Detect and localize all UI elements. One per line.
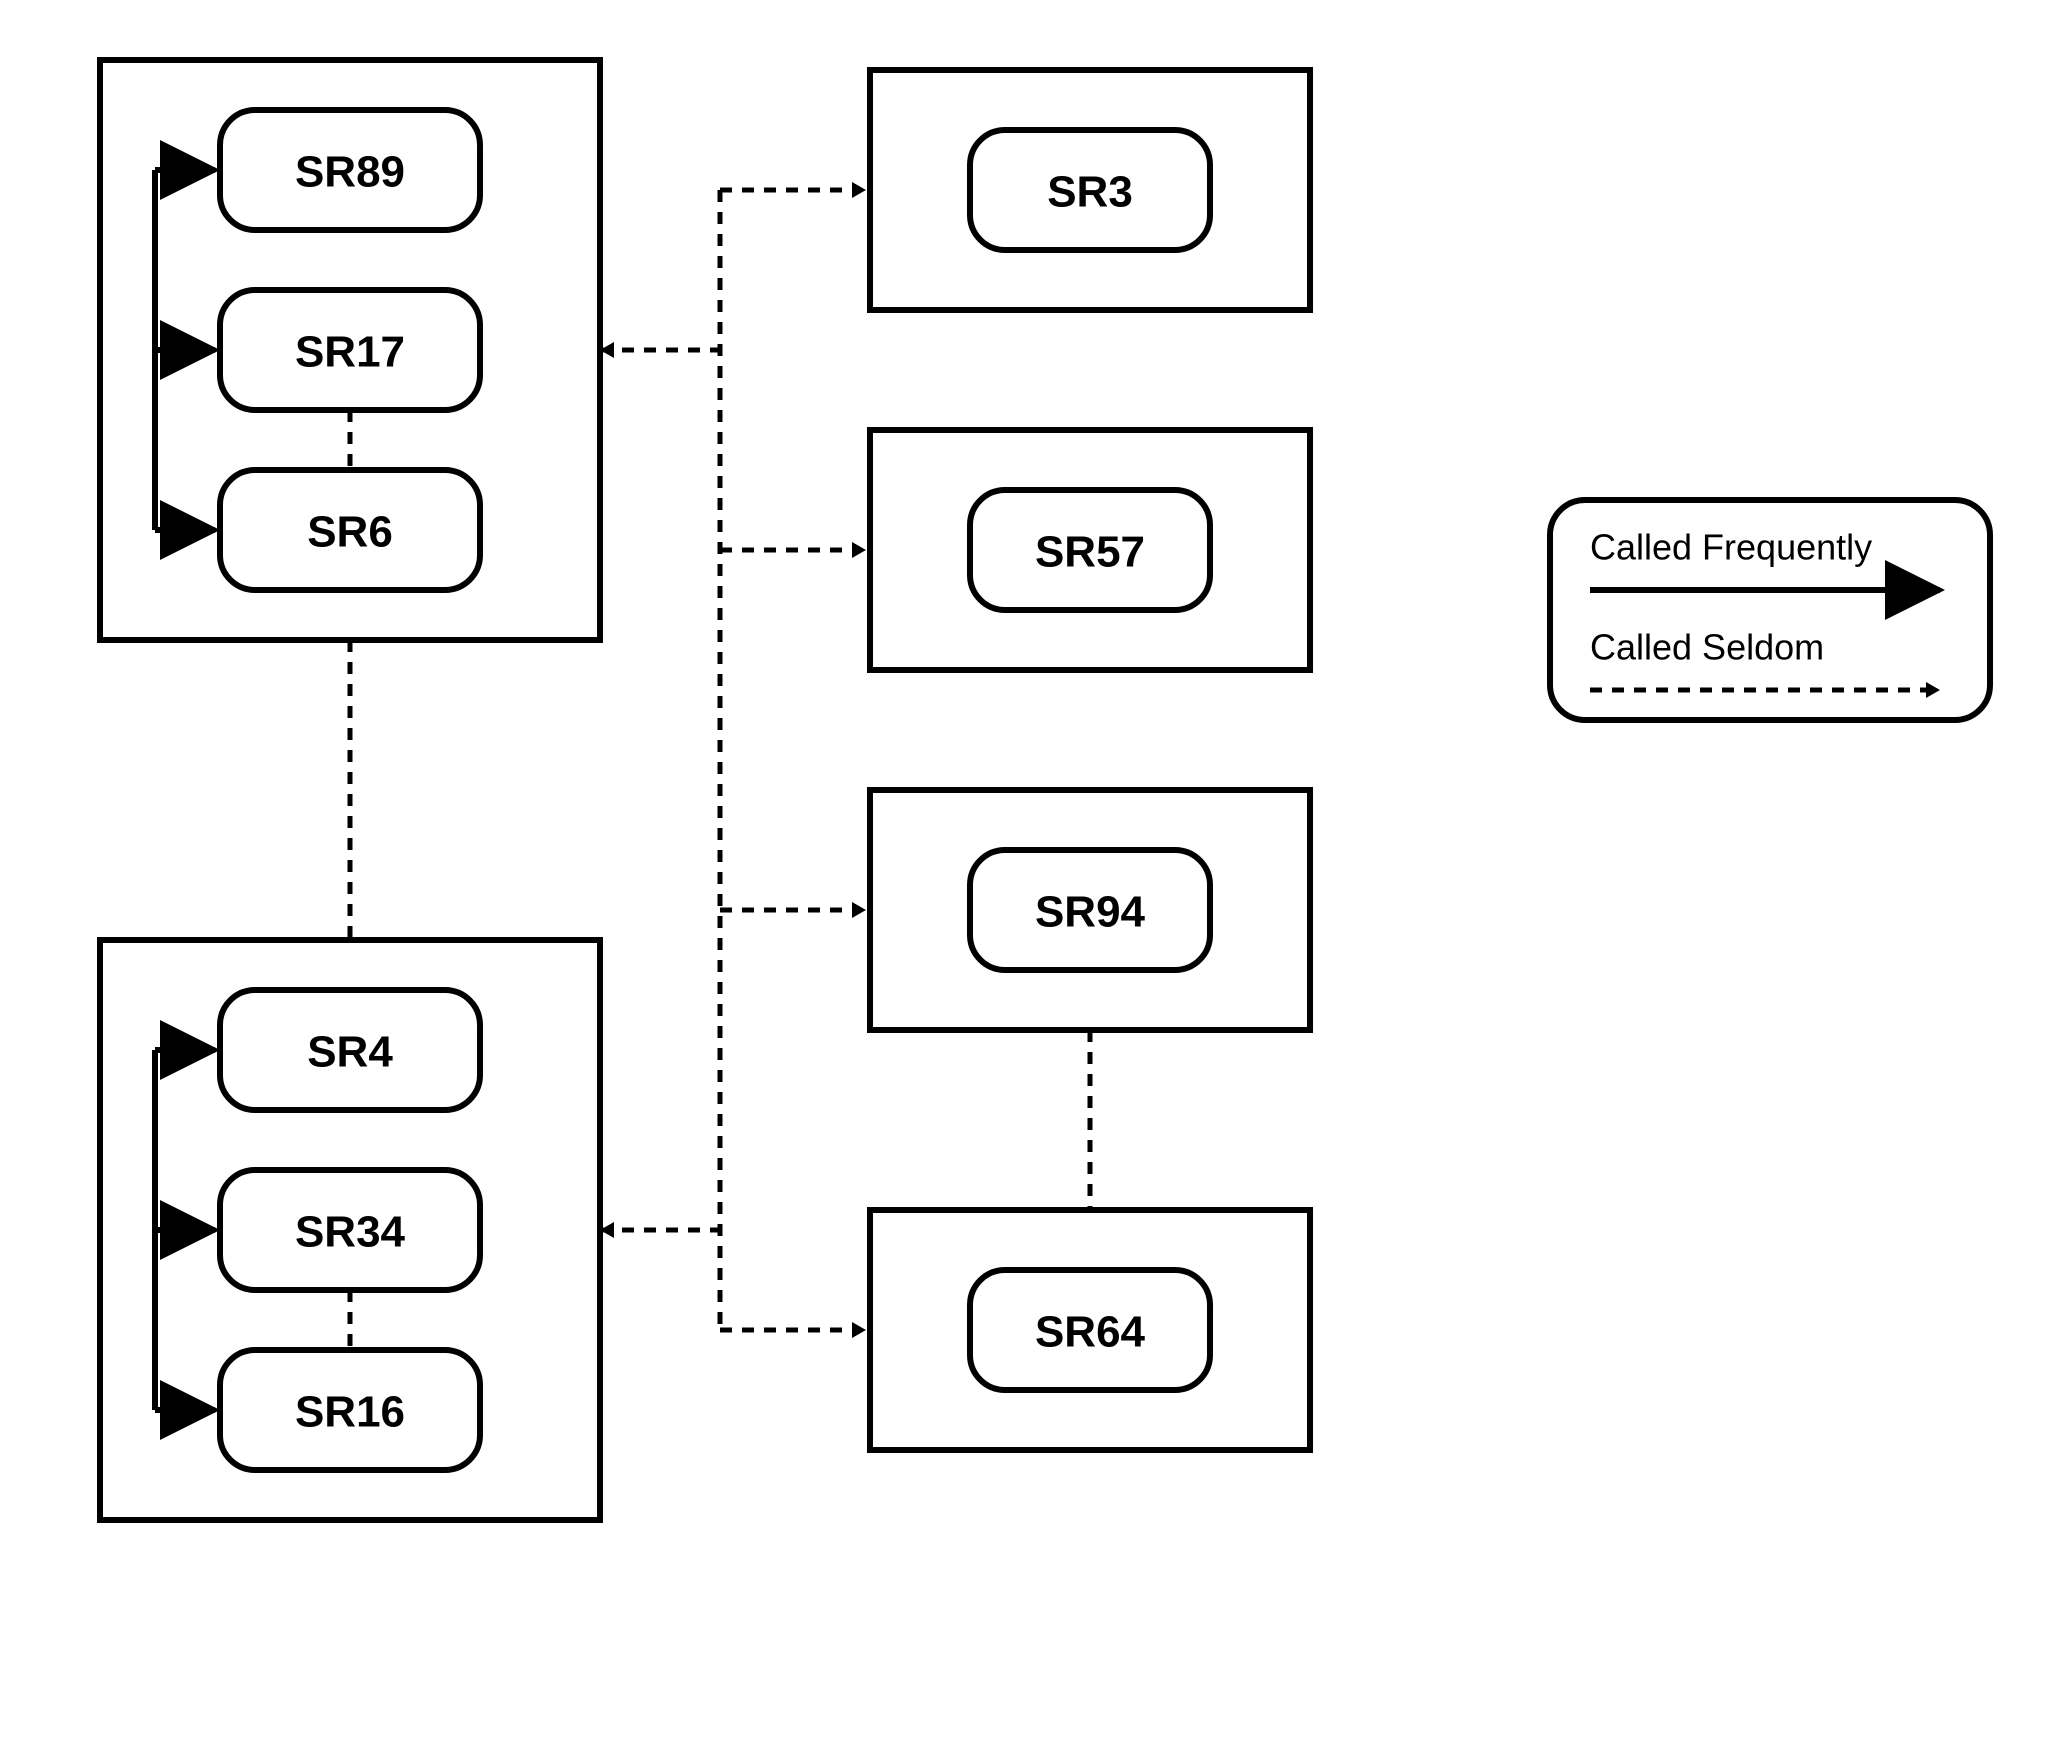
connector-top-left-out — [600, 182, 866, 358]
node-sr34: SR34 — [220, 1170, 480, 1290]
group-top-left: SR89 SR17 SR6 — [100, 60, 600, 640]
bus-to-sr64 — [720, 1322, 866, 1338]
box-sr3: SR3 — [870, 70, 1310, 310]
node-sr57-label: SR57 — [1035, 528, 1145, 577]
node-sr6: SR6 — [220, 470, 480, 590]
node-sr89-label: SR89 — [295, 148, 405, 197]
node-sr34-label: SR34 — [295, 1208, 406, 1257]
legend: Called Frequently Called Seldom — [1550, 500, 1990, 720]
node-sr17: SR17 — [220, 290, 480, 410]
legend-seldom-label: Called Seldom — [1590, 627, 1824, 668]
node-sr3-label: SR3 — [1047, 168, 1133, 217]
legend-frequent-label: Called Frequently — [1590, 527, 1872, 568]
node-sr4-label: SR4 — [307, 1028, 393, 1077]
box-sr94: SR94 — [870, 790, 1310, 1030]
diagram-canvas: SR89 SR17 SR6 SR4 SR34 SR16 — [0, 0, 2066, 1742]
node-sr89: SR89 — [220, 110, 480, 230]
connector-bottom-left-out — [600, 1222, 720, 1238]
node-sr64-label: SR64 — [1035, 1308, 1146, 1357]
box-sr57: SR57 — [870, 430, 1310, 670]
bus-to-sr57 — [720, 542, 866, 558]
node-sr6-label: SR6 — [307, 508, 393, 557]
bus-to-sr94 — [720, 902, 866, 918]
box-sr64: SR64 — [870, 1210, 1310, 1450]
node-sr16-label: SR16 — [295, 1388, 405, 1437]
group-bottom-left: SR4 SR34 SR16 — [100, 940, 600, 1520]
node-sr4: SR4 — [220, 990, 480, 1110]
node-sr17-label: SR17 — [295, 328, 405, 377]
node-sr94-label: SR94 — [1035, 888, 1146, 937]
node-sr16: SR16 — [220, 1350, 480, 1470]
